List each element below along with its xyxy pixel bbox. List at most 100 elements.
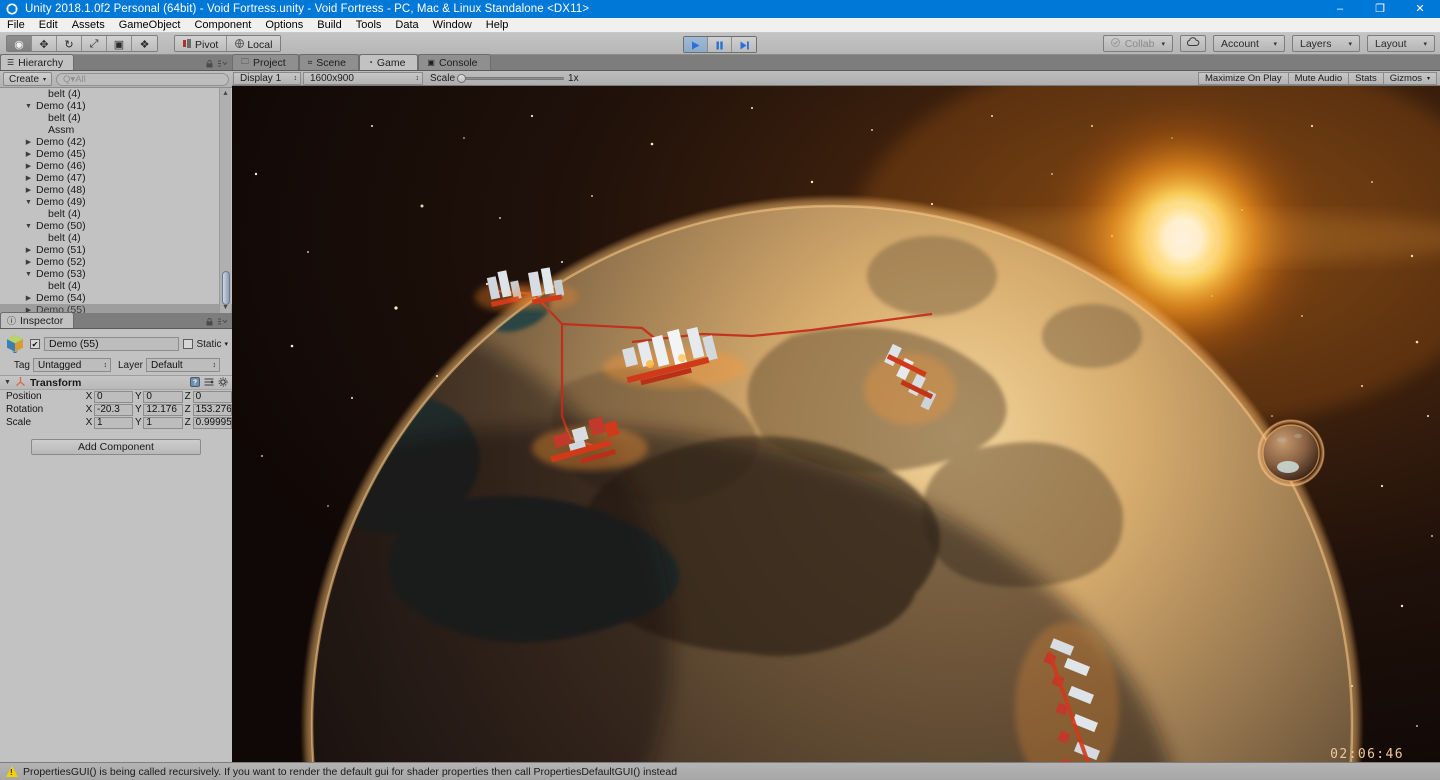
hierarchy-row[interactable]: ▶ Demo (54) bbox=[0, 292, 232, 304]
hierarchy-row[interactable]: belt (4) bbox=[0, 112, 232, 124]
pause-button[interactable] bbox=[708, 37, 732, 52]
game-stats-button[interactable]: Stats bbox=[1349, 71, 1384, 85]
add-component-button[interactable]: Add Component bbox=[31, 439, 201, 455]
gear-icon[interactable] bbox=[218, 377, 228, 389]
tab-console[interactable]: ▣ Console bbox=[418, 54, 491, 70]
menu-item-edit[interactable]: Edit bbox=[32, 18, 65, 33]
tab-hierarchy[interactable]: ☰ Hierarchy bbox=[0, 54, 75, 70]
game-gizmos-button[interactable]: Gizmos ▾ bbox=[1383, 71, 1437, 85]
hierarchy-scroll-track[interactable] bbox=[221, 99, 231, 305]
hierarchy-scroll-thumb[interactable] bbox=[221, 271, 230, 305]
panel-menu-icon[interactable] bbox=[218, 318, 228, 328]
transform-component-header[interactable]: ▼ Transform ? bbox=[0, 375, 232, 390]
play-button[interactable] bbox=[684, 37, 708, 52]
transform-rotation-y-field[interactable]: 12.176 bbox=[143, 403, 183, 416]
menu-item-window[interactable]: Window bbox=[426, 18, 479, 33]
tab-project[interactable]: 🗀 Project bbox=[232, 54, 299, 70]
transform-scale-x-field[interactable]: 1 bbox=[94, 416, 134, 429]
account-button[interactable]: Account ▾ bbox=[1213, 35, 1285, 52]
hierarchy-row[interactable]: ▼ Demo (50) bbox=[0, 220, 232, 232]
hierarchy-search-input[interactable]: Q▾All bbox=[56, 72, 229, 86]
hierarchy-row[interactable]: belt (4) bbox=[0, 88, 232, 100]
tab-game[interactable]: ◔ Game bbox=[358, 54, 419, 70]
minimize-button[interactable]: – bbox=[1320, 0, 1360, 18]
scale-slider-knob[interactable] bbox=[457, 73, 467, 83]
status-bar[interactable]: PropertiesGUI() is being called recursiv… bbox=[0, 762, 1440, 780]
transform-rotation-z-field[interactable]: 153.276 bbox=[192, 403, 232, 416]
create-button[interactable]: Create ▾ bbox=[3, 72, 53, 86]
rect-tool[interactable]: ▣ bbox=[107, 36, 132, 51]
cloud-services-button[interactable] bbox=[1180, 35, 1206, 52]
layers-button[interactable]: Layers ▾ bbox=[1292, 35, 1360, 52]
foldout-open-icon[interactable]: ▼ bbox=[24, 199, 33, 206]
scale-tool[interactable]: ⤢ bbox=[82, 36, 107, 51]
hierarchy-row[interactable]: ▶ Demo (45) bbox=[0, 148, 232, 160]
lock-icon[interactable] bbox=[206, 318, 213, 328]
scroll-up-icon[interactable]: ▲ bbox=[222, 88, 229, 99]
hierarchy-row[interactable]: belt (4) bbox=[0, 280, 232, 292]
transform-rotation-x-field[interactable]: -20.3 bbox=[94, 403, 134, 416]
transform-scale-y-field[interactable]: 1 bbox=[143, 416, 183, 429]
transform-tool[interactable]: ❖ bbox=[132, 36, 157, 51]
lock-icon[interactable] bbox=[206, 60, 213, 70]
foldout-open-icon[interactable]: ▼ bbox=[24, 271, 33, 278]
close-button[interactable]: ✕ bbox=[1400, 0, 1440, 18]
foldout-closed-icon[interactable]: ▶ bbox=[24, 258, 33, 266]
menu-item-data[interactable]: Data bbox=[388, 18, 425, 33]
scale-slider[interactable] bbox=[457, 73, 565, 83]
foldout-closed-icon[interactable]: ▶ bbox=[24, 138, 33, 146]
tab-inspector[interactable]: ⓘ Inspector bbox=[0, 312, 75, 328]
hierarchy-row[interactable]: ▼ Demo (53) bbox=[0, 268, 232, 280]
hierarchy-scrollbar[interactable]: ▲ ▼ bbox=[219, 88, 231, 313]
hand-tool[interactable]: ◉ bbox=[7, 36, 32, 51]
menu-item-file[interactable]: File bbox=[0, 18, 32, 33]
resolution-dropdown[interactable]: 1600x900 ↕ bbox=[303, 71, 423, 85]
static-checkbox[interactable] bbox=[183, 339, 194, 349]
hierarchy-list[interactable]: belt (4) ▼ Demo (41) belt (4) Assm ▶ Demo (4… bbox=[0, 88, 232, 313]
foldout-closed-icon[interactable]: ▶ bbox=[24, 162, 33, 170]
pivot-mode-button[interactable]: Pivot bbox=[175, 36, 228, 51]
hierarchy-row[interactable]: Assm bbox=[0, 124, 232, 136]
transform-position-y-field[interactable]: 0 bbox=[143, 390, 183, 403]
static-toggle[interactable]: Static ▾ bbox=[183, 339, 228, 350]
rotate-tool[interactable]: ↻ bbox=[57, 36, 82, 51]
collab-button[interactable]: Collab ▾ bbox=[1102, 35, 1173, 52]
foldout-open-icon[interactable]: ▼ bbox=[24, 103, 33, 110]
hierarchy-row[interactable]: ▶ Demo (48) bbox=[0, 184, 232, 196]
menu-item-options[interactable]: Options bbox=[258, 18, 310, 33]
layout-button[interactable]: Layout ▾ bbox=[1367, 35, 1435, 52]
layer-dropdown[interactable]: Default ↕ bbox=[146, 358, 221, 372]
hierarchy-row[interactable]: ▶ Demo (42) bbox=[0, 136, 232, 148]
menu-item-help[interactable]: Help bbox=[479, 18, 516, 33]
foldout-closed-icon[interactable]: ▶ bbox=[24, 174, 33, 182]
tab-scene[interactable]: ⌗ Scene bbox=[298, 54, 359, 70]
hierarchy-row[interactable]: ▶ Demo (47) bbox=[0, 172, 232, 184]
display-dropdown[interactable]: Display 1 ↕ bbox=[233, 71, 301, 85]
foldout-closed-icon[interactable]: ▶ bbox=[24, 246, 33, 254]
game-viewport[interactable]: 02:06:46 99.9 FPS / 60.0 UPS bbox=[232, 86, 1440, 762]
menu-item-component[interactable]: Component bbox=[187, 18, 258, 33]
hierarchy-row[interactable]: belt (4) bbox=[0, 208, 232, 220]
game-mute-audio-button[interactable]: Mute Audio bbox=[1288, 71, 1350, 85]
static-caret-icon[interactable]: ▾ bbox=[224, 340, 228, 348]
hierarchy-row[interactable]: ▶ Demo (52) bbox=[0, 256, 232, 268]
foldout-open-icon[interactable]: ▼ bbox=[24, 223, 33, 230]
hierarchy-row[interactable]: ▼ Demo (41) bbox=[0, 100, 232, 112]
hierarchy-row[interactable]: ▼ Demo (49) bbox=[0, 196, 232, 208]
help-icon[interactable]: ? bbox=[190, 376, 200, 389]
hierarchy-row[interactable]: ▶ Demo (51) bbox=[0, 244, 232, 256]
transform-position-x-field[interactable]: 0 bbox=[94, 390, 134, 403]
menu-item-build[interactable]: Build bbox=[310, 18, 348, 33]
menu-item-assets[interactable]: Assets bbox=[65, 18, 112, 33]
foldout-closed-icon[interactable]: ▶ bbox=[24, 294, 33, 302]
panel-menu-icon[interactable] bbox=[218, 60, 228, 70]
tag-dropdown[interactable]: Untagged ↕ bbox=[33, 358, 111, 372]
foldout-closed-icon[interactable]: ▶ bbox=[24, 186, 33, 194]
menu-item-gameobject[interactable]: GameObject bbox=[112, 18, 188, 33]
step-button[interactable] bbox=[732, 37, 756, 52]
move-tool[interactable]: ✥ bbox=[32, 36, 57, 51]
gameobject-name-field[interactable]: Demo (55) bbox=[44, 337, 180, 351]
handle-space-button[interactable]: Local bbox=[227, 36, 281, 51]
foldout-closed-icon[interactable]: ▶ bbox=[24, 150, 33, 158]
maximize-button[interactable]: ❐ bbox=[1360, 0, 1400, 18]
